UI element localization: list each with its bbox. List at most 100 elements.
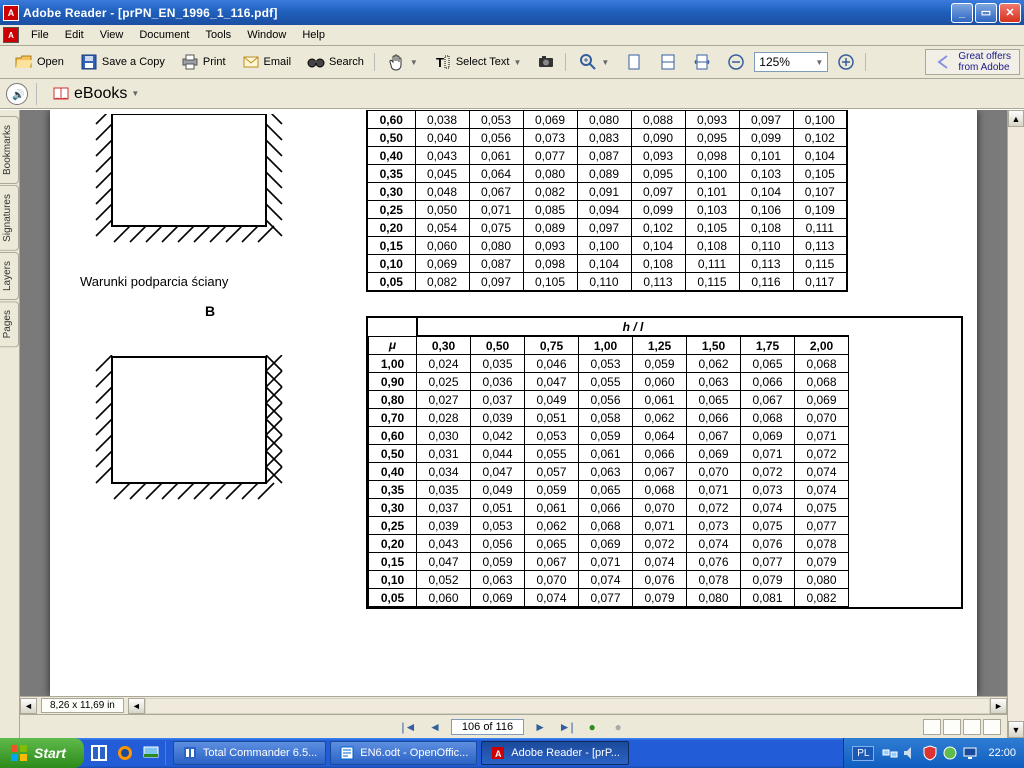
table-cell: 0,074 — [633, 553, 687, 571]
fit-actual-button[interactable] — [618, 50, 650, 74]
scroll-down-button[interactable]: ▼ — [1008, 721, 1024, 738]
vscroll-track[interactable] — [1008, 127, 1024, 721]
tray-app-icon[interactable] — [942, 745, 958, 761]
hscroll-left2-button[interactable]: ◄ — [128, 698, 145, 714]
vertical-scrollbar[interactable]: ▲ ▼ — [1007, 110, 1024, 738]
table-cell: 0,059 — [579, 427, 633, 445]
language-indicator[interactable]: PL — [852, 746, 874, 761]
menu-tools[interactable]: Tools — [198, 26, 240, 44]
table-cell: 0,113 — [631, 273, 685, 292]
table-cell: 0,071 — [469, 201, 523, 219]
close-button[interactable]: ✕ — [999, 3, 1021, 23]
menu-view[interactable]: View — [92, 26, 132, 44]
first-page-button[interactable]: |◄ — [399, 718, 419, 736]
page-nav-bar: |◄ ◄ 106 of 116 ► ►| ● ● — [20, 714, 1007, 738]
facing-view-button[interactable] — [963, 719, 981, 735]
minimize-button[interactable]: _ — [951, 3, 973, 23]
hscroll-right-button[interactable]: ► — [990, 698, 1007, 714]
tray-network-icon[interactable] — [882, 745, 898, 761]
table-cell: 0,072 — [741, 463, 795, 481]
next-page-button[interactable]: ► — [530, 718, 550, 736]
data-table-b: h / lμ0,300,500,751,001,251,501,752,001,… — [368, 318, 849, 607]
zoom-in-tool-button[interactable]: ▼ — [572, 50, 616, 74]
table-cell: 0,111 — [685, 255, 739, 273]
table-cell: 0,077 — [523, 147, 577, 165]
taskbar-item[interactable]: AAdobe Reader - [prP... — [481, 741, 629, 765]
column-header: 1,50 — [687, 336, 741, 355]
next-view-button[interactable]: ● — [608, 718, 628, 736]
continuous-facing-view-button[interactable] — [983, 719, 1001, 735]
quicklaunch-tc[interactable] — [88, 742, 110, 764]
table-cell: 0,108 — [685, 237, 739, 255]
tray-volume-icon[interactable] — [902, 745, 918, 761]
continuous-view-button[interactable] — [943, 719, 961, 735]
single-page-view-button[interactable] — [923, 719, 941, 735]
menu-window[interactable]: Window — [239, 26, 294, 44]
table-cell: 0,100 — [577, 237, 631, 255]
table-cell: 0,094 — [577, 201, 631, 219]
table-cell: 0,074 — [525, 589, 579, 607]
table-cell: 0,053 — [469, 111, 523, 129]
table-cell: 0,031 — [417, 445, 471, 463]
last-page-button[interactable]: ►| — [556, 718, 576, 736]
search-button[interactable]: Search — [300, 50, 371, 74]
tray-shield-icon[interactable] — [922, 745, 938, 761]
menu-edit[interactable]: Edit — [57, 26, 92, 44]
tray-clock[interactable]: 22:00 — [988, 747, 1016, 759]
save-copy-button[interactable]: Save a Copy — [73, 50, 172, 74]
side-tab-signatures[interactable]: Signatures — [0, 185, 19, 251]
zoom-level-input[interactable]: 125%▼ — [754, 52, 828, 72]
table-cell: 0,069 — [415, 255, 469, 273]
menu-document[interactable]: Document — [131, 26, 197, 44]
table-cell: 0,066 — [633, 445, 687, 463]
scroll-up-button[interactable]: ▲ — [1008, 110, 1024, 127]
hscroll-track[interactable] — [145, 698, 990, 714]
zoom-out-button[interactable] — [720, 50, 752, 74]
maximize-button[interactable]: ▭ — [975, 3, 997, 23]
taskbar-item[interactable]: Total Commander 6.5... — [173, 741, 326, 765]
adobe-ad-button[interactable]: Great offersfrom Adobe — [925, 49, 1020, 75]
table-cell: 0,070 — [633, 499, 687, 517]
quicklaunch-firefox[interactable] — [114, 742, 136, 764]
table-cell: 0,071 — [687, 481, 741, 499]
menu-file[interactable]: File — [23, 26, 57, 44]
zoom-in-button[interactable] — [830, 50, 862, 74]
table-cell: 0,070 — [525, 571, 579, 589]
ebooks-button[interactable]: eBooks ▼ — [45, 82, 146, 106]
table-cell: 0,057 — [525, 463, 579, 481]
open-button[interactable]: Open — [8, 50, 71, 74]
table-cell: 0,102 — [631, 219, 685, 237]
print-button[interactable]: Print — [174, 50, 233, 74]
tray-display-icon[interactable] — [962, 745, 978, 761]
prev-page-button[interactable]: ◄ — [425, 718, 445, 736]
table-cell: 0,034 — [417, 463, 471, 481]
prev-view-button[interactable]: ● — [582, 718, 602, 736]
taskbar-item-icon: A — [490, 745, 506, 761]
side-tab-pages[interactable]: Pages — [0, 301, 19, 347]
page-indicator[interactable]: 106 of 116 — [451, 719, 524, 735]
read-aloud-button[interactable]: 🔊 — [6, 83, 28, 105]
document-viewport[interactable]: Warunki podparcia ściany B — [20, 110, 1007, 696]
side-tab-layers[interactable]: Layers — [0, 252, 19, 300]
table-cell: 0,067 — [525, 553, 579, 571]
hscroll-left-button[interactable]: ◄ — [20, 698, 37, 714]
fit-page-button[interactable] — [652, 50, 684, 74]
table-cell: 0,080 — [523, 165, 577, 183]
side-tab-strip: BookmarksSignaturesLayersPages — [0, 110, 20, 738]
taskbar-item[interactable]: EN6.odt - OpenOffic... — [330, 741, 477, 765]
start-button[interactable]: Start — [0, 738, 84, 768]
select-text-button[interactable]: T Select Text ▼ — [427, 50, 529, 74]
magnify-plus-icon — [579, 53, 597, 71]
snapshot-tool-button[interactable] — [530, 50, 562, 74]
table-cell: 0,113 — [739, 255, 793, 273]
menu-help[interactable]: Help — [294, 26, 333, 44]
table-cell: 0,072 — [687, 499, 741, 517]
side-tab-bookmarks[interactable]: Bookmarks — [0, 116, 19, 184]
hand-tool-button[interactable]: ▼ — [381, 50, 425, 74]
quicklaunch-desktop[interactable] — [140, 742, 162, 764]
column-header: 0,50 — [471, 336, 525, 355]
table-cell: 0,115 — [793, 255, 847, 273]
table-cell: 0,043 — [417, 535, 471, 553]
fit-width-button[interactable] — [686, 50, 718, 74]
email-button[interactable]: Email — [235, 50, 299, 74]
